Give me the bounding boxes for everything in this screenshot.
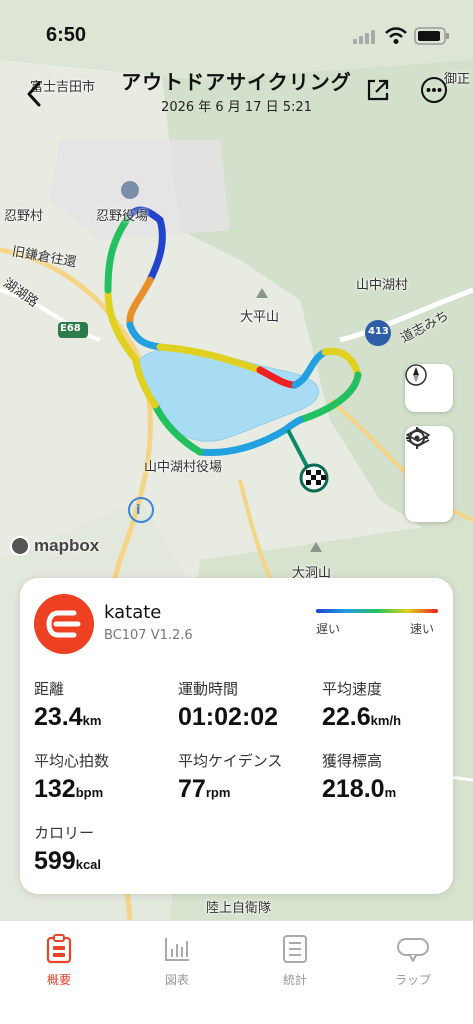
map-controls — [405, 426, 453, 522]
legend-slow: 遅い — [316, 622, 341, 636]
stat-calories: カロリー 599kcal — [34, 824, 102, 875]
signal-icon — [353, 30, 375, 44]
status-time: 6:50 — [46, 24, 87, 46]
layers-icon — [406, 428, 430, 447]
map-label: 陸上自衛隊 — [206, 901, 272, 916]
tab-summary[interactable]: 概要 — [0, 931, 118, 988]
map-label: 忍野村 — [4, 209, 44, 224]
device-version: BC107 V1.2.6 — [104, 628, 193, 643]
layers-button[interactable] — [405, 428, 453, 518]
stat-avg-speed: 平均速度 22.6km/h — [322, 680, 402, 731]
activity-date: 2026 年 6 月 17 日 5:21 — [161, 100, 312, 115]
tab-lap[interactable]: ラップ — [354, 931, 472, 988]
share-icon — [367, 79, 389, 101]
route-badge: 413 — [368, 326, 389, 337]
stat-avg-hr: 平均心拍数 132bpm — [34, 752, 110, 803]
chart-icon — [165, 938, 189, 961]
status-bar: 6:50 — [0, 0, 473, 70]
wifi-icon — [385, 27, 407, 44]
legend-fast: 速い — [410, 622, 435, 636]
map-label: 山中湖村役場 — [144, 460, 223, 475]
info-icon[interactable]: i — [136, 503, 140, 518]
more-icon — [421, 77, 447, 103]
map-label: 山中湖村 — [356, 278, 409, 293]
mapbox-logo: mapbox — [10, 536, 99, 556]
device-logo — [34, 594, 94, 654]
stats-icon — [283, 935, 307, 963]
highway-badge: E68 — [60, 323, 81, 334]
speed-legend-bar — [316, 609, 438, 613]
compass-button[interactable] — [405, 364, 453, 412]
tab-bar: 概要 図表 統計 ラップ — [0, 920, 473, 1024]
tab-chart[interactable]: 図表 — [118, 931, 236, 988]
share-button[interactable] — [358, 70, 398, 110]
map-label: 大平山 — [240, 310, 280, 325]
stat-avg-cadence: 平均ケイデンス 77rpm — [178, 752, 283, 803]
more-button[interactable] — [414, 70, 454, 110]
compass-icon — [405, 364, 453, 410]
battery-icon — [414, 27, 449, 45]
mapbox-icon — [10, 536, 30, 556]
map-label: 忍野役場 — [96, 209, 149, 224]
tab-stats[interactable]: 統計 — [236, 931, 354, 988]
lap-icon — [397, 938, 429, 962]
brand-logo-icon — [46, 610, 81, 638]
page-title: アウトドアサイクリング — [121, 70, 352, 94]
stat-elevation: 獲得標高 218.0m — [322, 752, 397, 803]
stat-distance: 距離 23.4km — [34, 680, 102, 731]
summary-card: katate BC107 V1.2.6 遅い 速い 距離 23.4km 運動時間… — [20, 578, 453, 894]
stat-moving-time: 運動時間 01:02:02 — [178, 680, 279, 731]
device-name: katate — [104, 602, 162, 623]
summary-icon — [46, 934, 72, 964]
